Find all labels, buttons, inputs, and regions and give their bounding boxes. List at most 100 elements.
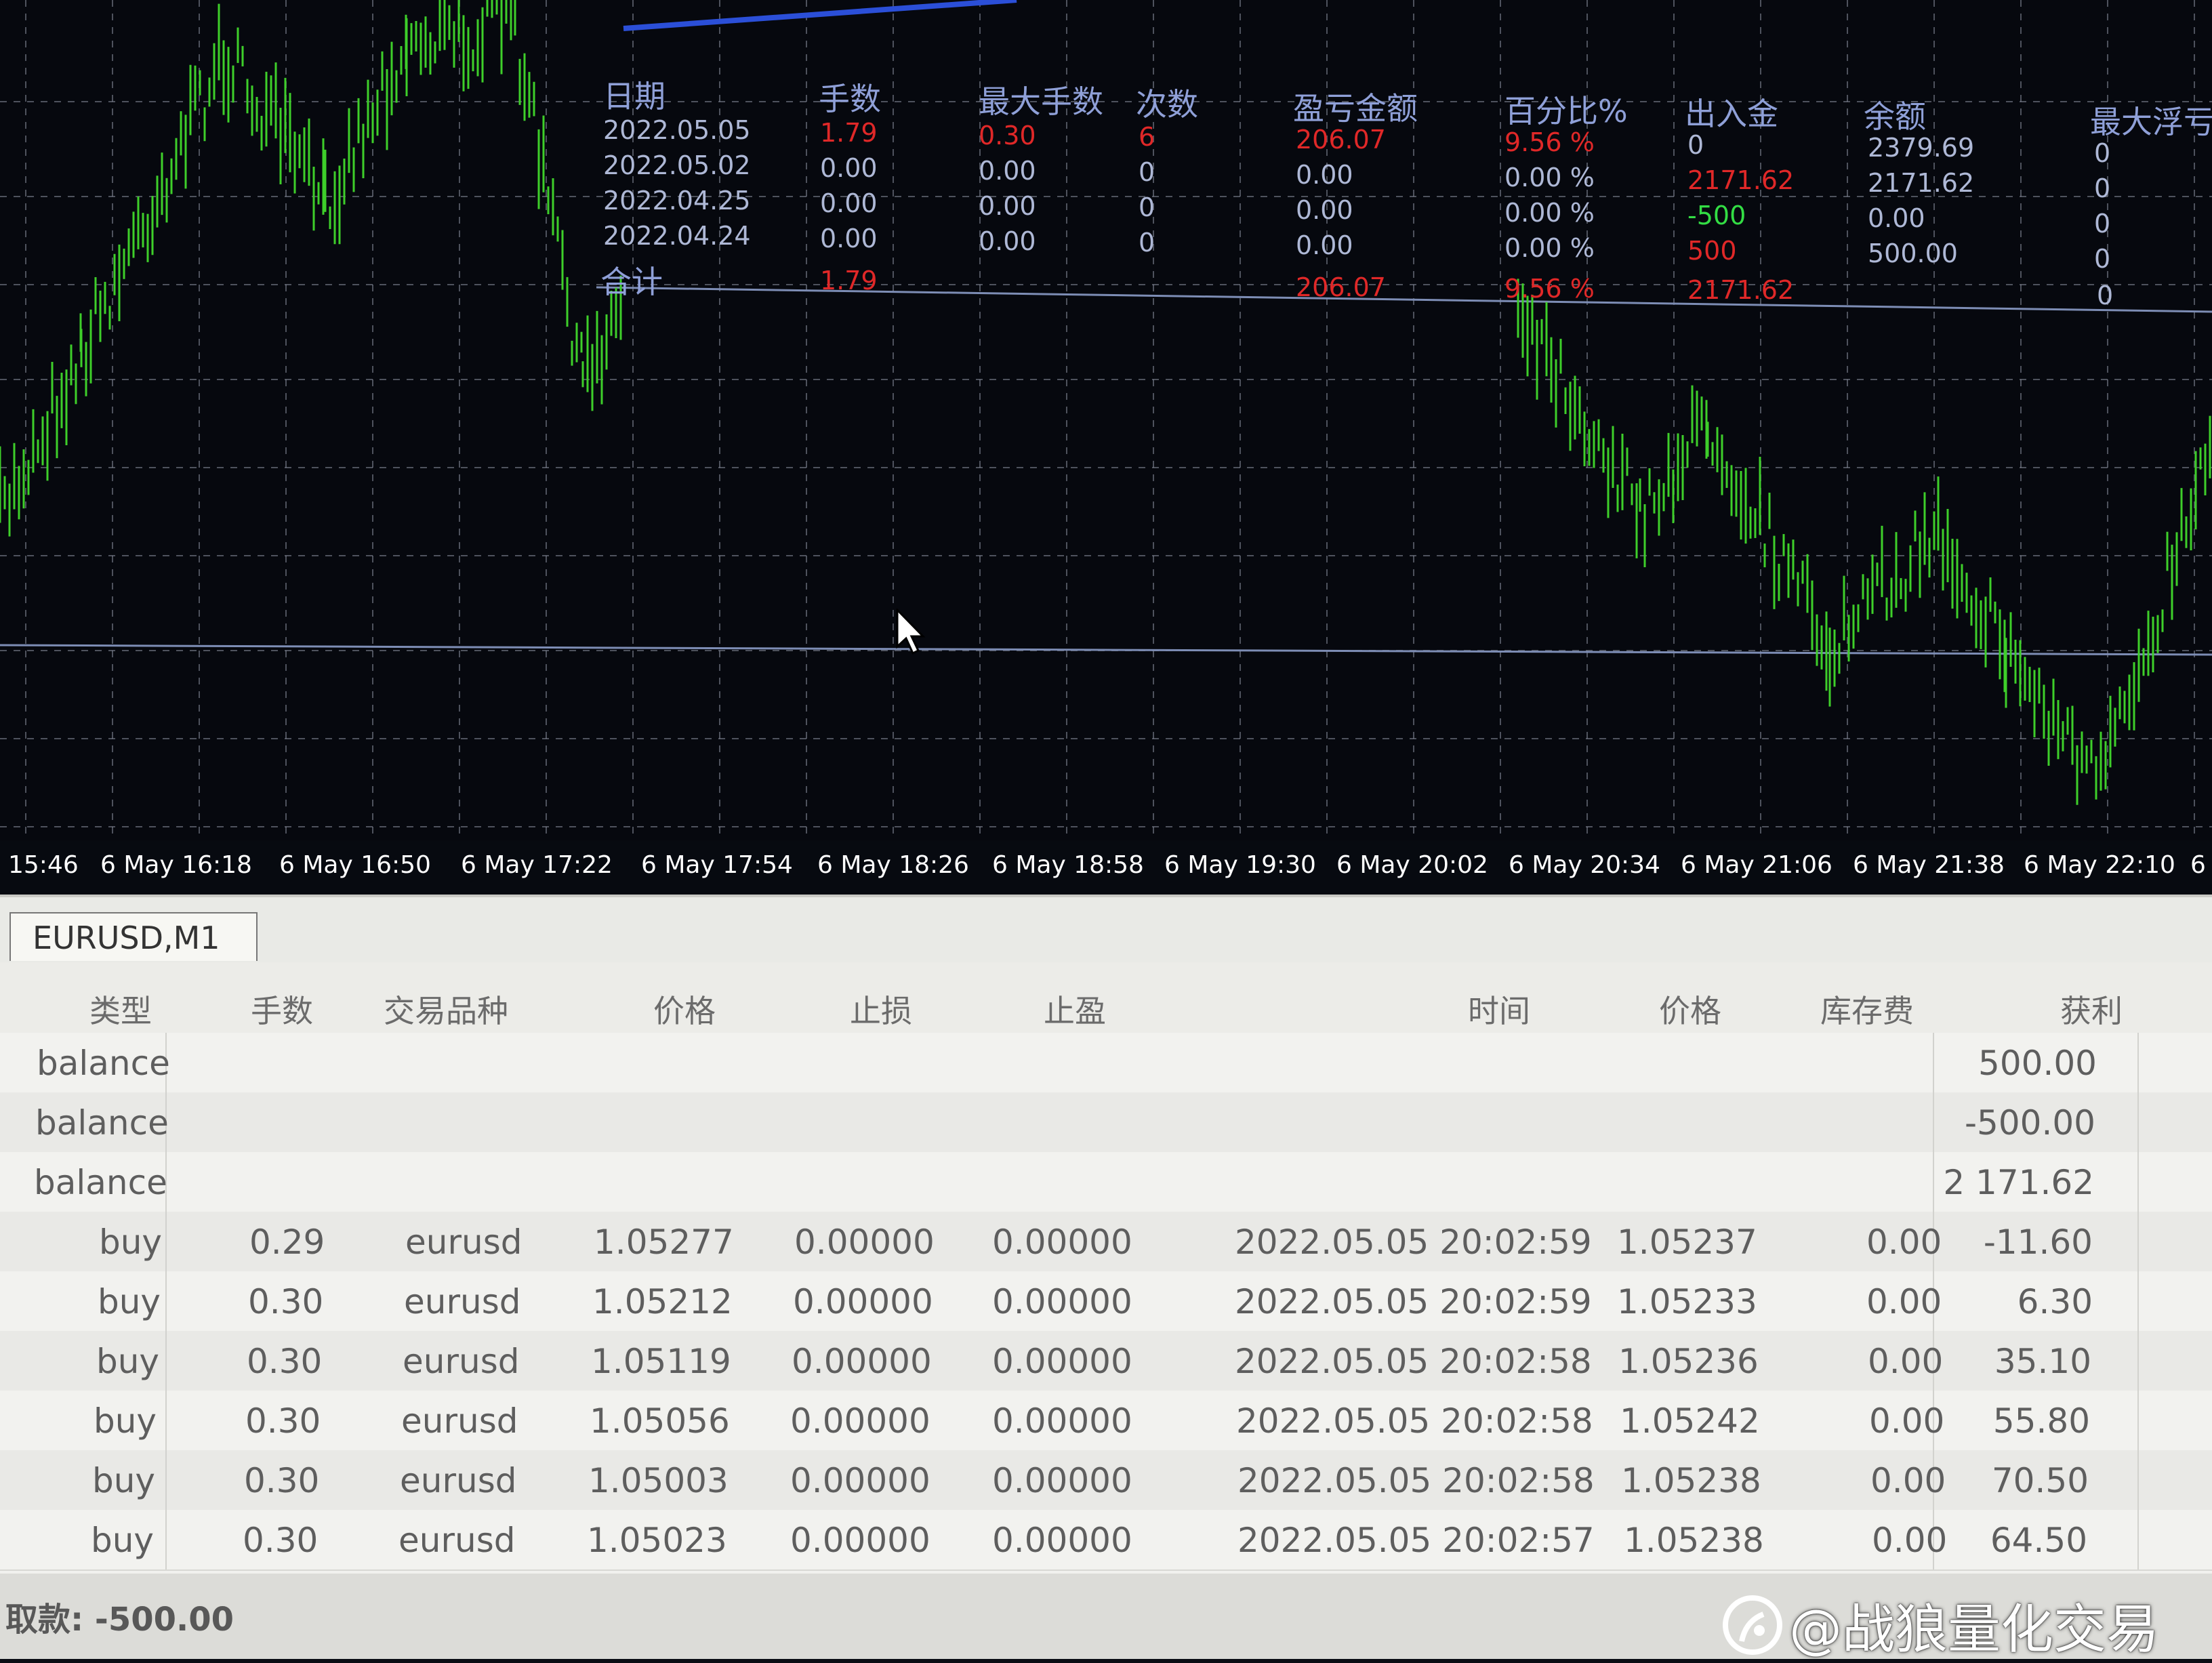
cell-profit: 6.30 [2017, 1282, 2093, 1321]
cell-swap: 0.00 [1866, 1223, 1942, 1262]
column-header-profit[interactable]: 获利 [2060, 987, 2123, 1031]
table-row-trade[interactable]: buy 0.30 eurusd 1.05023 0.00000 0.00000 … [0, 1510, 2212, 1571]
time-tick-label: 6 May 21:38 [1853, 851, 2005, 879]
stats-cell: 1.79 [820, 118, 878, 148]
stats-total-lots: 1.79 [820, 266, 878, 295]
cell-sl: 0.00000 [790, 1521, 930, 1560]
time-tick-label: 6 May 20:34 [1509, 851, 1660, 879]
table-row-trade[interactable]: buy 0.30 eurusd 1.05056 0.00000 0.00000 … [0, 1391, 2212, 1452]
cell-type: buy [99, 1223, 163, 1262]
price-chart[interactable]: 日期 手数 最大手数 次数 盈亏金额 百分比% 出入金 余额 最大浮亏 2022… [0, 0, 2212, 840]
table-row-trade[interactable]: buy 0.30 eurusd 1.05119 0.00000 0.00000 … [0, 1331, 2212, 1392]
stats-cell: 2379.69 [1868, 133, 1975, 163]
stats-total-label: 合计 [600, 264, 663, 300]
time-tick-label: 6 May 22:10 [2024, 851, 2175, 879]
cell-tp: 0.00000 [992, 1521, 1132, 1560]
cell-profit: -11.60 [1983, 1223, 2093, 1262]
stats-cell: 2022.05.05 [603, 115, 751, 145]
cell-type: buy [91, 1521, 155, 1560]
stats-total-max-float: 0 [2097, 281, 2114, 310]
cell-symbol: eurusd [404, 1282, 521, 1321]
cell-profit: 500.00 [1978, 1044, 2097, 1083]
stats-cell: 206.07 [1296, 125, 1386, 155]
cell-tp: 0.00000 [992, 1461, 1132, 1500]
cell-swap: 0.00 [1866, 1282, 1942, 1321]
cell-symbol: eurusd [405, 1223, 523, 1262]
stats-cell: 0.00 [1296, 195, 1353, 225]
cell-price2: 1.05237 [1617, 1223, 1757, 1262]
stats-cell: 0.00 [1296, 230, 1353, 260]
table-row-balance[interactable]: balance 500.00 [0, 1033, 2212, 1094]
stats-header-lots: 手数 [819, 81, 881, 117]
stats-cell: -500 [1687, 201, 1746, 230]
cell-price2: 1.05238 [1624, 1521, 1764, 1560]
cell-type: buy [98, 1282, 161, 1321]
stats-cell: 0 [2094, 209, 2111, 239]
cell-profit: 35.10 [1994, 1342, 2091, 1381]
cell-symbol: eurusd [403, 1342, 520, 1381]
cell-type: buy [96, 1342, 160, 1381]
column-header-tp[interactable]: 止盈 [1044, 987, 1106, 1031]
table-row-balance[interactable]: balance 2 171.62 [0, 1152, 2212, 1213]
cell-swap: 0.00 [1872, 1521, 1948, 1560]
mouse-cursor-icon [896, 609, 926, 655]
cell-swap: 0.00 [1870, 1461, 1946, 1500]
weibo-logo-icon [1723, 1595, 1782, 1655]
cell-profit: -500.00 [1965, 1103, 2095, 1143]
cell-type: buy [94, 1401, 157, 1441]
cell-profit: 70.50 [1991, 1461, 2089, 1500]
time-axis: 15:46 6 May 16:18 6 May 16:50 6 May 17:2… [0, 840, 2212, 895]
column-header-price[interactable]: 价格 [653, 987, 716, 1031]
cell-price: 1.05119 [591, 1342, 731, 1381]
time-tick-label: 6 May 18:26 [817, 851, 969, 879]
cell-sl: 0.00000 [793, 1282, 933, 1321]
stats-cell: 2171.62 [1687, 165, 1795, 195]
column-header-sl[interactable]: 止损 [850, 987, 912, 1031]
cell-time: 2022.05.05 20:02:59 [1235, 1282, 1592, 1321]
cell-lots: 0.30 [245, 1401, 321, 1441]
stats-cell: 0.00 % [1504, 163, 1595, 192]
cell-time: 2022.05.05 20:02:58 [1237, 1461, 1595, 1500]
time-tick-label: 6 May 19:30 [1164, 851, 1316, 879]
cell-lots: 0.30 [248, 1282, 324, 1321]
stats-cell: 0.00 [979, 191, 1036, 221]
column-header-swap[interactable]: 库存费 [1820, 987, 1914, 1031]
stats-header-percent: 百分比% [1504, 93, 1628, 129]
cell-symbol: eurusd [401, 1401, 518, 1441]
withdraw-summary: 取款: -500.00 [5, 1601, 234, 1639]
column-header-time[interactable]: 时间 [1468, 987, 1530, 1031]
cell-profit: 64.50 [1990, 1521, 2087, 1560]
cell-lots: 0.30 [243, 1521, 319, 1560]
time-tick-label: 6 [2190, 851, 2206, 879]
stats-cell: 0.00 [820, 224, 878, 253]
chart-tab-bar: EURUSD,M1 [0, 895, 2212, 965]
cell-tp: 0.00000 [992, 1401, 1132, 1441]
table-row-trade[interactable]: buy 0.29 eurusd 1.05277 0.00000 0.00000 … [0, 1212, 2212, 1273]
table-row-balance[interactable]: balance -500.00 [0, 1092, 2212, 1153]
table-row-trade[interactable]: buy 0.30 eurusd 1.05003 0.00000 0.00000 … [0, 1450, 2212, 1511]
stats-cell: 0 [2094, 173, 2111, 203]
stats-cell: 500 [1687, 236, 1737, 266]
stats-header-deposit: 出入金 [1685, 96, 1778, 132]
stats-header-balance: 余额 [1864, 98, 1926, 135]
time-tick-label: 6 May 17:22 [461, 851, 613, 879]
table-row-trade[interactable]: buy 0.30 eurusd 1.05212 0.00000 0.00000 … [0, 1271, 2212, 1332]
cell-sl: 0.00000 [790, 1401, 930, 1441]
stats-cell: 0 [2094, 138, 2111, 168]
cell-swap: 0.00 [1869, 1401, 1945, 1441]
cell-price2: 1.05233 [1617, 1282, 1757, 1321]
cell-type: balance [35, 1103, 169, 1143]
stats-total-pnl: 206.07 [1296, 272, 1386, 302]
watermark-text: @战狼量化交易 [1789, 1599, 2160, 1660]
column-header-lots[interactable]: 手数 [251, 987, 313, 1031]
cell-tp: 0.00000 [992, 1282, 1132, 1321]
terminal-trade-table: 类型 手数 交易品种 价格 止损 止盈 时间 价格 库存费 获利 balance… [0, 962, 2212, 1660]
stats-cell: 0 [1139, 228, 1155, 258]
table-header: 类型 手数 交易品种 价格 止损 止盈 时间 价格 库存费 获利 [0, 962, 2212, 1034]
tab-eurusd-m1[interactable]: EURUSD,M1 [9, 912, 258, 961]
column-header-type[interactable]: 类型 [89, 987, 152, 1031]
column-header-symbol[interactable]: 交易品种 [384, 987, 508, 1031]
stats-header-pnl: 盈亏金额 [1293, 90, 1418, 127]
column-header-price2[interactable]: 价格 [1659, 987, 1721, 1031]
cell-sl: 0.00000 [792, 1342, 932, 1381]
